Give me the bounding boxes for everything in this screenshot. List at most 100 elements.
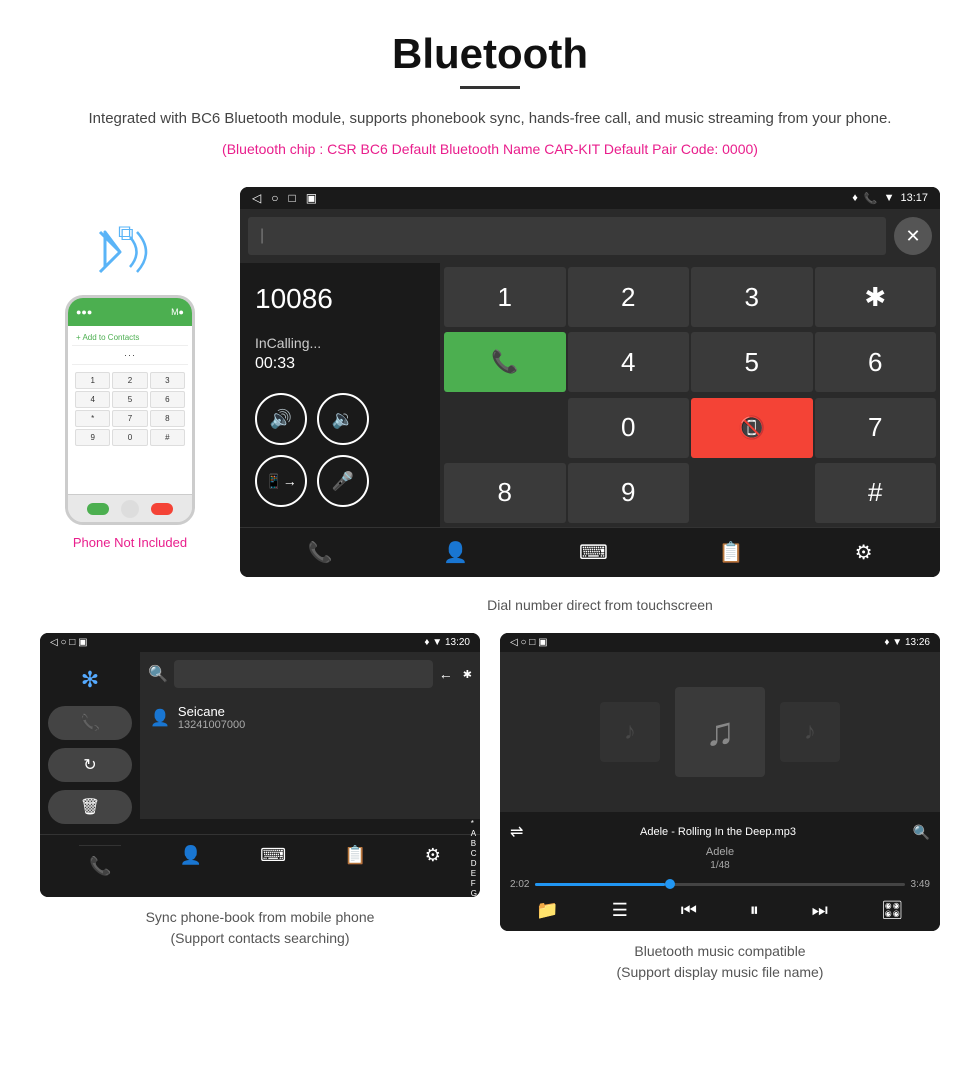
volume-down-button[interactable]: 🔉	[317, 393, 369, 445]
transfer-button[interactable]: 📱→	[255, 455, 307, 507]
call-log-nav-icon[interactable]: 📞	[307, 540, 332, 565]
dial-main: 10086 InCalling... 00:33 🔊 🔉 📱→ 🎤 1 2 3 …	[240, 263, 940, 527]
volume-up-button[interactable]: 🔊	[255, 393, 307, 445]
ms-current-album: ♫	[675, 687, 765, 777]
phone-mockup: ●●● M● + Add to Contacts ··· 1 2 3 4 5 6…	[65, 295, 195, 525]
phonebook-screen: ◁ ○ □ ▣ ♦ ▼ 13:20 ✻ 📞 ↻ 🗑 🔍	[40, 633, 480, 897]
phone-key-7: 7	[112, 410, 147, 427]
ms-playlist-icon[interactable]: ☰	[612, 900, 628, 921]
phonebook-item: ◁ ○ □ ▣ ♦ ▼ 13:20 ✻ 📞 ↻ 🗑 🔍	[40, 633, 480, 983]
ms-search-icon[interactable]: 🔍	[913, 824, 930, 841]
phone-key-2: 2	[112, 372, 147, 389]
status-right: ♦ 📞 ▼ 13:17	[852, 192, 928, 205]
phone-key-4: 4	[75, 391, 110, 408]
back-nav-icon: ◁	[252, 191, 261, 205]
end-call-button[interactable]: 📵	[691, 398, 813, 458]
pb-delete-btn[interactable]: 🗑	[48, 790, 132, 824]
key-6[interactable]: 6	[815, 332, 937, 392]
pb-contact-info: Seicane 13241007000	[178, 704, 470, 731]
dial-status-bar: ◁ ○ □ ▣ ♦ 📞 ▼ 13:17	[240, 187, 940, 209]
ms-prev-button[interactable]: ⏮	[681, 900, 697, 921]
key-hash[interactable]: #	[815, 463, 937, 523]
phone-bottom-bar	[68, 494, 192, 522]
pb-call-log-icon[interactable]: 📞	[79, 845, 121, 887]
pb-bluetooth-icon: ✻	[48, 662, 132, 698]
ms-play-pause-button[interactable]: ⏸	[750, 900, 759, 921]
ms-playback-controls: 📁 ☰ ⏮ ⏸ ⏭ 🎛	[510, 900, 930, 921]
key-1[interactable]: 1	[444, 267, 566, 327]
phone-key-hash: #	[150, 429, 185, 446]
pb-contacts-icon[interactable]: 👤	[180, 845, 202, 887]
key-0[interactable]: 0	[568, 398, 690, 458]
dial-timer: 00:33	[255, 355, 425, 373]
key-4[interactable]: 4	[568, 332, 690, 392]
pb-time: 13:20	[445, 637, 470, 648]
transfer-nav-icon[interactable]: 📋	[719, 540, 744, 565]
ms-next-button[interactable]: ⏭	[812, 900, 828, 921]
pb-contact-item[interactable]: 👤 Seicane 13241007000	[140, 696, 480, 739]
dial-screen: ◁ ○ □ ▣ ♦ 📞 ▼ 13:17 | ✕ 10086	[240, 187, 940, 577]
number-display-row: | ✕	[240, 209, 940, 263]
ms-folder-icon[interactable]: 📁	[536, 900, 558, 921]
key-9[interactable]: 9	[568, 463, 690, 523]
pb-sidebar: ✻ 📞 ↻ 🗑	[40, 652, 140, 834]
status-left: ◁ ○ □ ▣	[252, 191, 317, 205]
pb-status-right: ♦ ▼ 13:20	[424, 637, 470, 648]
pb-transfer-icon[interactable]: 📋	[344, 845, 366, 887]
pb-search-bar: 🔍 ← ✱	[140, 652, 480, 696]
key-7[interactable]: 7	[815, 398, 937, 458]
backspace-button[interactable]: ✕	[894, 217, 932, 255]
ms-time-current: 2:02	[510, 879, 529, 890]
notification-icon: ▣	[306, 191, 317, 205]
pb-back-btn[interactable]: ←	[439, 666, 453, 682]
pb-nav-icons: ◁ ○ □ ▣	[50, 637, 88, 648]
phone-add-contact: + Add to Contacts	[72, 330, 188, 346]
pb-settings-icon[interactable]: ⚙	[425, 845, 441, 887]
pb-phone-btn[interactable]: 📞	[48, 706, 132, 740]
phone-key-6: 6	[150, 391, 185, 408]
ms-progress-thumb	[665, 879, 675, 889]
pb-content: ✻ 📞 ↻ 🗑 🔍 ← ✱ 👤	[40, 652, 480, 834]
phone-mockup-container: ⧉ ●●● M● + Add to Contacts ··· 1 2	[40, 187, 220, 550]
mic-button[interactable]: 🎤	[317, 455, 369, 507]
pb-status-bar: ◁ ○ □ ▣ ♦ ▼ 13:20	[40, 633, 480, 652]
key-2[interactable]: 2	[568, 267, 690, 327]
contacts-nav-icon[interactable]: 👤	[443, 540, 468, 565]
phone-call-btn	[87, 503, 109, 515]
music-screen: ◁ ○ □ ▣ ♦ ▼ 13:26 ♪ ♫ ♪ ⇌ Adele - Rollin…	[500, 633, 940, 931]
pb-alphabet: * A B C D E F G H I	[471, 819, 480, 897]
phone-key-5: 5	[112, 391, 147, 408]
ms-progress-track[interactable]	[535, 883, 904, 886]
settings-nav-icon[interactable]: ⚙	[855, 540, 873, 565]
keypad-nav-icon[interactable]: ⌨	[579, 540, 608, 565]
ms-bottom: ⇌ Adele - Rolling In the Deep.mp3 🔍 Adel…	[500, 812, 940, 931]
phone-signal-icon: 📞	[864, 192, 878, 205]
pb-search-icon: 🔍	[148, 664, 168, 684]
dial-controls: 🔊 🔉 📱→ 🎤	[255, 393, 425, 507]
wifi-icon: ▼	[884, 192, 895, 204]
music-caption: Bluetooth music compatible (Support disp…	[617, 941, 824, 983]
dial-bottom-nav: 📞 👤 ⌨ 📋 ⚙	[240, 527, 940, 577]
key-8[interactable]: 8	[444, 463, 566, 523]
phone-keypad: 1 2 3 4 5 6 * 7 8 9 0 #	[72, 369, 188, 449]
key-3[interactable]: 3	[691, 267, 813, 327]
pb-sync-btn[interactable]: ↻	[48, 748, 132, 782]
ms-status-right: ♦ ▼ 13:26	[884, 637, 930, 648]
key-star[interactable]: ✱	[815, 267, 937, 327]
dial-keypad: 1 2 3 ✱ 📞 4 5 6 0 📵 7 8 9 #	[440, 263, 940, 527]
ms-shuffle-icon: ⇌	[510, 822, 523, 842]
ms-status-bar: ◁ ○ □ ▣ ♦ ▼ 13:26	[500, 633, 940, 652]
ms-progress-fill	[535, 883, 664, 886]
pb-search-input[interactable]	[174, 660, 433, 688]
ms-prev-album: ♪	[600, 702, 660, 762]
recents-nav-icon: □	[288, 191, 295, 205]
number-display: |	[248, 217, 886, 255]
ms-eq-icon[interactable]: 🎛	[881, 900, 904, 921]
page-title: Bluetooth	[40, 30, 940, 78]
bluetooth-specs: (Bluetooth chip : CSR BC6 Default Blueto…	[40, 141, 940, 157]
key-5[interactable]: 5	[691, 332, 813, 392]
pb-keypad-icon[interactable]: ⌨	[260, 845, 286, 887]
call-button[interactable]: 📞	[444, 332, 566, 392]
phone-key-0: 0	[112, 429, 147, 446]
bottom-section: ◁ ○ □ ▣ ♦ ▼ 13:20 ✻ 📞 ↻ 🗑 🔍	[0, 633, 980, 983]
